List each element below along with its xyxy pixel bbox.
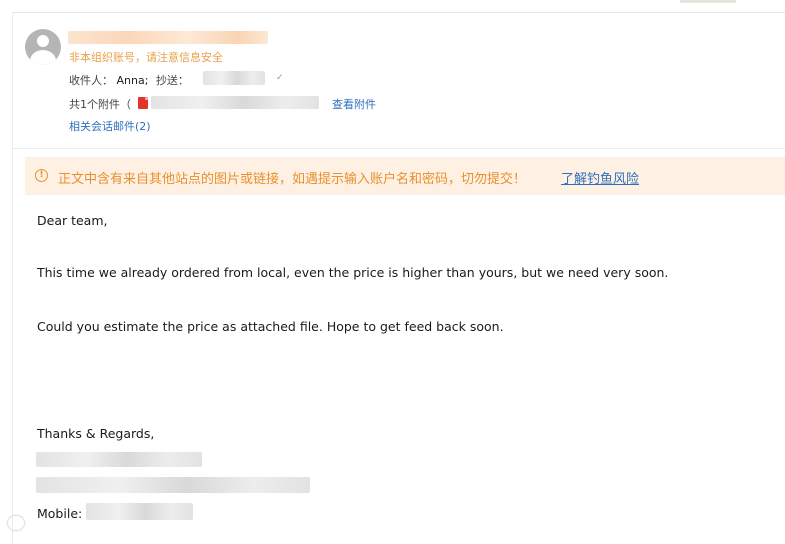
cc-redacted [203, 71, 265, 85]
attachment-summary: 共1个附件（ [69, 98, 131, 111]
alert-text: 正文中含有来自其他站点的图片或链接，如遇提示输入账户名和密码，切勿提交！ [58, 172, 527, 187]
related-conversations-link[interactable]: 相关会话邮件(2) [69, 118, 151, 134]
header-divider [12, 148, 785, 149]
signature-name-redacted [36, 452, 202, 467]
sender-warning: 非本组织账号，请注意信息安全 [69, 51, 223, 64]
mobile-number-redacted [86, 503, 193, 520]
check-icon[interactable]: ✓ [276, 73, 284, 83]
attachment-name-redacted[interactable] [151, 96, 319, 109]
recipient-name[interactable]: Anna; [117, 74, 149, 87]
watermark-logo-icon [8, 516, 24, 530]
top-tab-indicator [680, 0, 736, 3]
watermark [8, 516, 27, 531]
view-attachments-link[interactable]: 查看附件 [332, 96, 376, 112]
phishing-risk-link[interactable]: 了解钓鱼风险 [561, 168, 639, 187]
mobile-label: Mobile: [37, 506, 83, 521]
left-frame-line [12, 12, 13, 544]
closing: Thanks & Regards, [37, 426, 155, 441]
sender-name-redacted [68, 31, 268, 44]
signature-company-redacted [36, 477, 310, 493]
warning-circle-icon: ! [35, 169, 48, 182]
phishing-alert-banner: ! 正文中含有来自其他站点的图片或链接，如遇提示输入账户名和密码，切勿提交！ 了… [25, 157, 785, 195]
top-border [12, 12, 785, 13]
body-paragraph-1: This time we already ordered from local,… [37, 265, 669, 280]
cc-label: 抄送： [155, 74, 189, 87]
avatar[interactable] [25, 29, 61, 65]
pdf-file-icon [138, 97, 148, 109]
greeting: Dear team, [37, 213, 108, 228]
recipients-label: 收件人： [69, 74, 113, 87]
avatar-head-icon [37, 35, 49, 47]
avatar-body-icon [30, 50, 56, 65]
body-paragraph-2: Could you estimate the price as attached… [37, 319, 504, 334]
recipients-line: 收件人： Anna; 抄送： [69, 72, 189, 88]
